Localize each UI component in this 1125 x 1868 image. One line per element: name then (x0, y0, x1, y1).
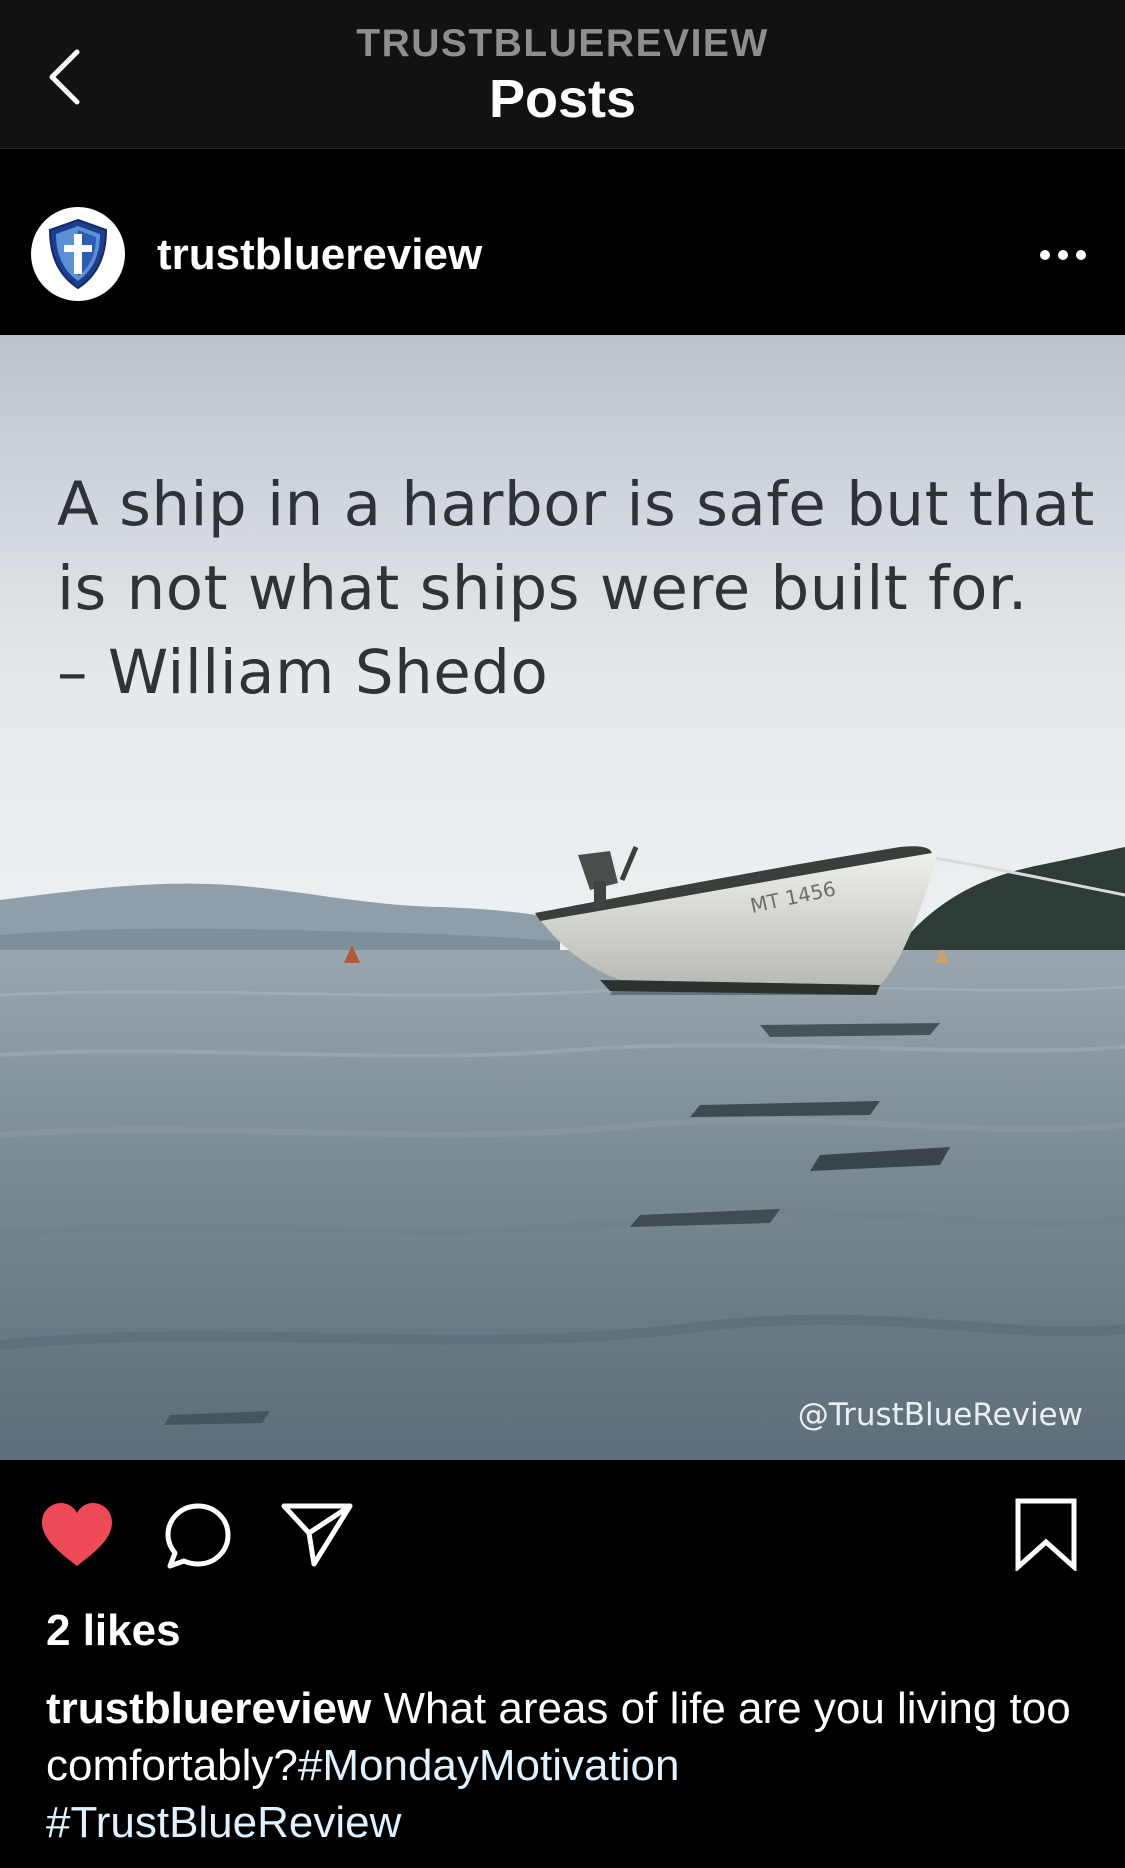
header-account-name: TRUSTBLUEREVIEW (356, 22, 769, 65)
post-image[interactable]: MT 1456 A ship in a harbor is safe but t… (0, 335, 1125, 1460)
avatar[interactable] (31, 207, 125, 301)
hashtag-link[interactable]: #TrustBlueReview (46, 1798, 401, 1847)
quote-text: A ship in a harbor is safe but that is n… (57, 463, 1095, 715)
heart-filled-icon (42, 1503, 112, 1566)
caption-username[interactable]: trustbluereview (46, 1684, 371, 1733)
header-title-group: TRUSTBLUEREVIEW Posts (0, 20, 1125, 130)
quote-attribution: – William Shedo (57, 637, 549, 708)
like-button[interactable] (38, 1500, 116, 1575)
shield-cross-icon (48, 218, 108, 290)
top-navigation-bar: TRUSTBLUEREVIEW Posts (0, 0, 1125, 149)
quote-line: A ship in a harbor is safe but that (57, 469, 1095, 540)
quote-line: is not what ships were built for. (57, 553, 1028, 624)
page-title: Posts (488, 69, 637, 129)
post-username[interactable]: trustbluereview (157, 229, 482, 281)
ellipsis-icon (1040, 250, 1086, 260)
post-caption: trustbluereview What areas of life are y… (46, 1680, 1086, 1851)
post-header: trustbluereview (0, 149, 1125, 335)
comment-button[interactable] (162, 1500, 234, 1577)
image-watermark: @TrustBlueReview (797, 1397, 1083, 1433)
more-options-button[interactable] (1033, 235, 1093, 275)
hashtag-link[interactable]: #MondayMotivation (298, 1741, 680, 1790)
likes-count[interactable]: 2 likes (46, 1605, 181, 1657)
send-icon (281, 1503, 353, 1567)
bookmark-icon (1015, 1498, 1077, 1573)
post-action-bar (0, 1460, 1125, 1600)
save-button[interactable] (1013, 1497, 1079, 1576)
share-button[interactable] (280, 1500, 354, 1575)
comment-icon (165, 1503, 231, 1569)
